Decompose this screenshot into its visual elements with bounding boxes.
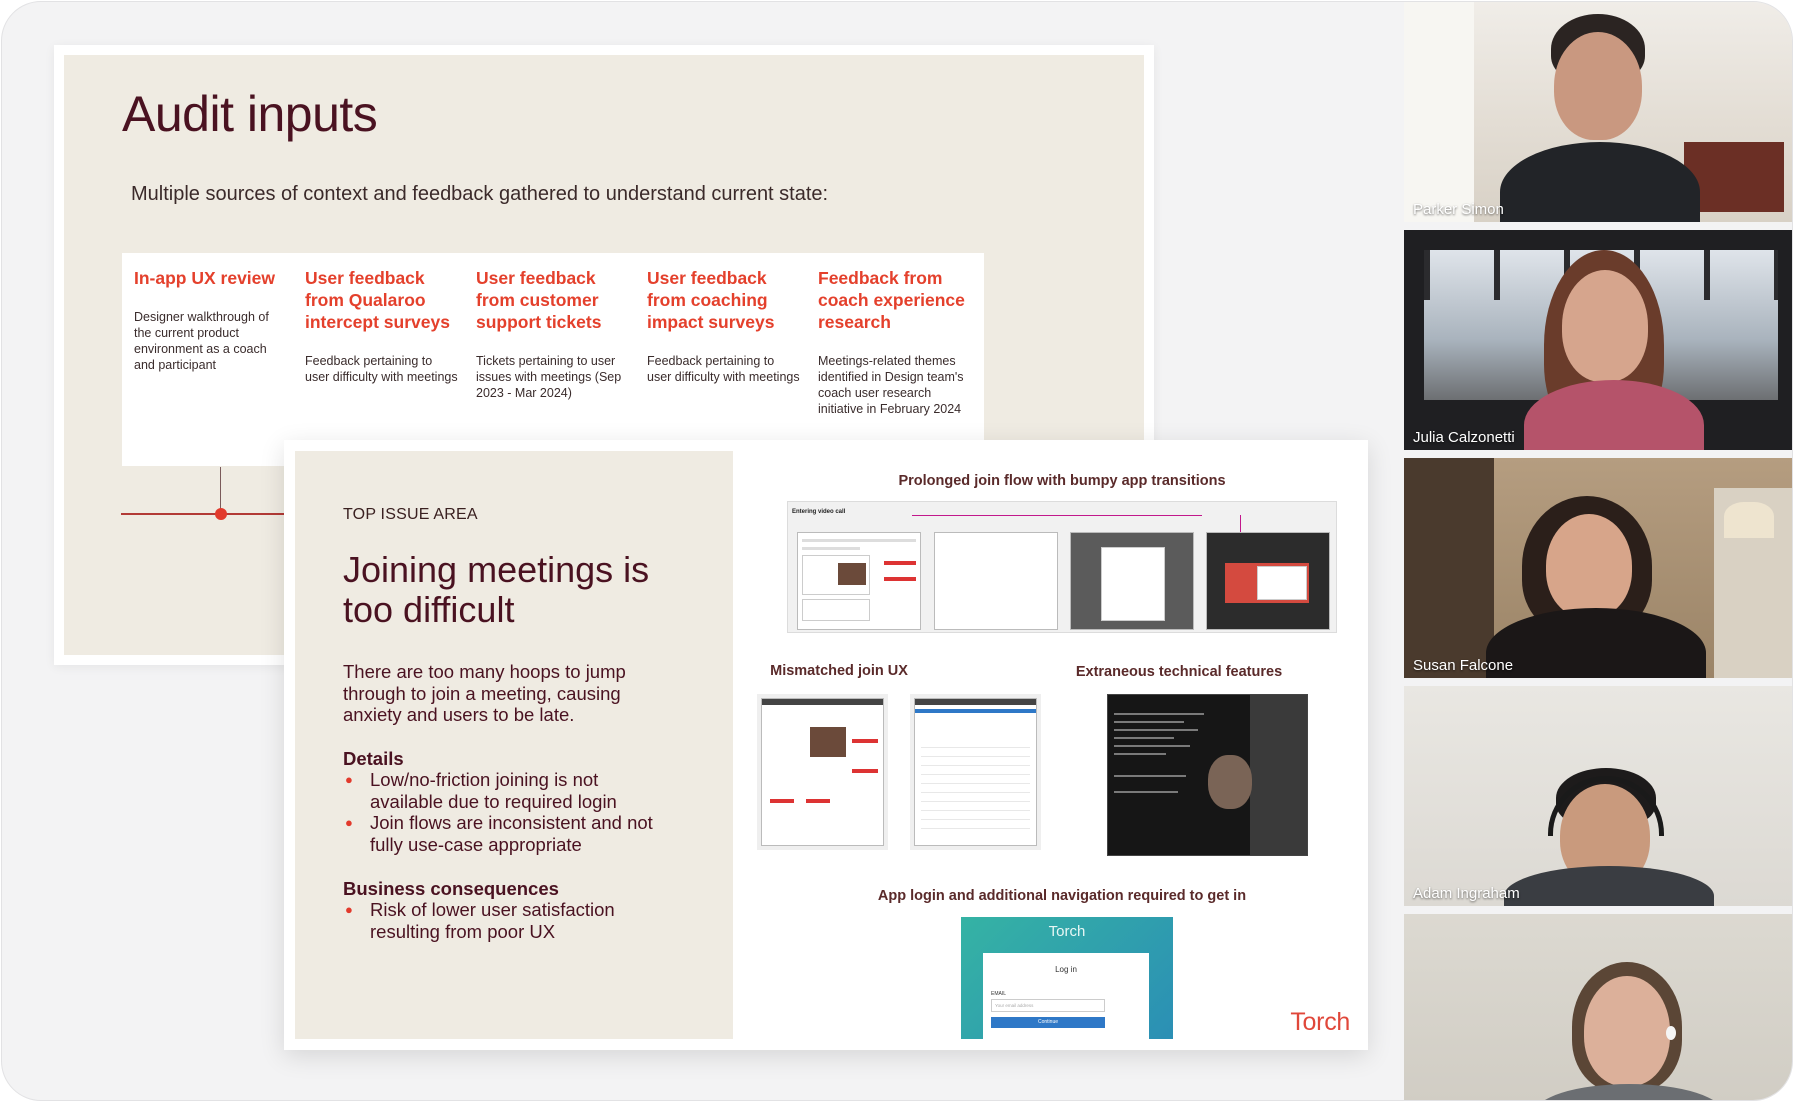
thumb-blank (934, 532, 1058, 630)
slide-subtitle: Multiple sources of context and feedback… (131, 183, 829, 205)
consequences-heading: Business consequences (343, 878, 559, 899)
audit-card: Feedback from coach experience research … (806, 253, 984, 466)
participant-name: Parker Simon (1413, 201, 1504, 218)
slide-top-issue: TOP ISSUE AREA Joining meetings is too d… (284, 440, 1368, 1050)
join-flow-screenshots: Entering video call (787, 501, 1337, 633)
audit-card-body: Feedback pertaining to user difficulty w… (305, 354, 458, 384)
participant-name: Adam Ingraham (1413, 885, 1520, 902)
consequences-list: Risk of lower user satisfaction resultin… (343, 899, 673, 942)
issue-description: There are too many hoops to jump through… (343, 661, 626, 725)
video-tile-adam-ingraham[interactable]: Adam Ingraham (1404, 686, 1792, 906)
continue-button: Continue (991, 1017, 1105, 1028)
audit-card-body: Designer walkthrough of the current prod… (134, 310, 269, 372)
audit-card-title: Feedback from coach experience research (818, 268, 965, 332)
technical-shot (1107, 694, 1308, 856)
slide-title: Audit inputs (122, 86, 378, 142)
login-brand: Torch (1048, 923, 1086, 940)
participant-name: Julia Calzonetti (1413, 429, 1515, 446)
video-tile-julia-calzonetti[interactable]: Julia Calzonetti (1404, 230, 1792, 450)
audit-card-body: Feedback pertaining to user difficulty w… (647, 354, 800, 384)
issue-eyebrow: TOP ISSUE AREA (343, 506, 478, 523)
details-list: Low/no-friction joining is not available… (343, 769, 673, 855)
audit-card-title: User feedback from coaching impact surve… (647, 268, 775, 332)
details-item: Join flows are inconsistent and not full… (343, 812, 673, 855)
caption-mismatch: Mismatched join UX (770, 663, 908, 679)
mismatch-shot-b (914, 698, 1037, 846)
audit-card-title: User feedback from customer support tick… (476, 268, 602, 332)
screen-frame: Audit inputs Multiple sources of context… (1, 1, 1793, 1101)
video-tile-susan-falcone[interactable]: Susan Falcone (1404, 458, 1792, 678)
caption-join-flow: Prolonged join flow with bumpy app trans… (898, 473, 1226, 489)
email-field: Your email address (991, 999, 1105, 1012)
torch-logo: Torch (1290, 1008, 1350, 1036)
caption-login: App login and additional navigation requ… (877, 888, 1247, 904)
audit-card-title: User feedback from Qualaroo intercept su… (305, 268, 450, 332)
thumb-video-modal (1206, 532, 1330, 630)
audit-card-body: Meetings-related themes identified in De… (818, 354, 964, 416)
audit-card: User feedback from coaching impact surve… (635, 253, 813, 466)
timeline-dot (215, 508, 227, 520)
login-screenshot: Torch Log in EMAIL Your email address Co… (961, 917, 1173, 1039)
annotation-line (1240, 515, 1241, 533)
video-tile-parker-simon[interactable]: Parker Simon (1404, 2, 1792, 222)
caption-technical: Extraneous technical features (1075, 664, 1283, 680)
details-item: Low/no-friction joining is not available… (343, 769, 673, 812)
issue-title: Joining meetings is too difficult (343, 549, 650, 630)
details-heading: Details (343, 748, 404, 769)
audit-card-title: In-app UX review (134, 268, 276, 288)
audit-card: User feedback from customer support tick… (464, 253, 642, 466)
consequences-item: Risk of lower user satisfaction resultin… (343, 899, 673, 942)
login-heading: Log in (1055, 965, 1077, 974)
mismatch-shot-a (761, 698, 884, 846)
thumb-label: Entering video call (792, 509, 846, 515)
video-tile-participant-5[interactable] (1404, 914, 1792, 1100)
audit-card: User feedback from Qualaroo intercept su… (293, 253, 471, 466)
annotation-line (912, 515, 1202, 516)
thumb-join-dialog (1070, 532, 1194, 630)
issue-panel: TOP ISSUE AREA Joining meetings is too d… (295, 451, 733, 1039)
timeline-stem (220, 467, 221, 513)
audit-card-body: Tickets pertaining to user issues with m… (476, 354, 622, 400)
login-card: Log in EMAIL Your email address Continue (983, 953, 1149, 1039)
thumb-dashboard (797, 532, 921, 630)
audit-card: In-app UX review Designer walkthrough of… (122, 253, 300, 466)
participant-name: Susan Falcone (1413, 657, 1514, 674)
email-label: EMAIL (991, 991, 1007, 997)
